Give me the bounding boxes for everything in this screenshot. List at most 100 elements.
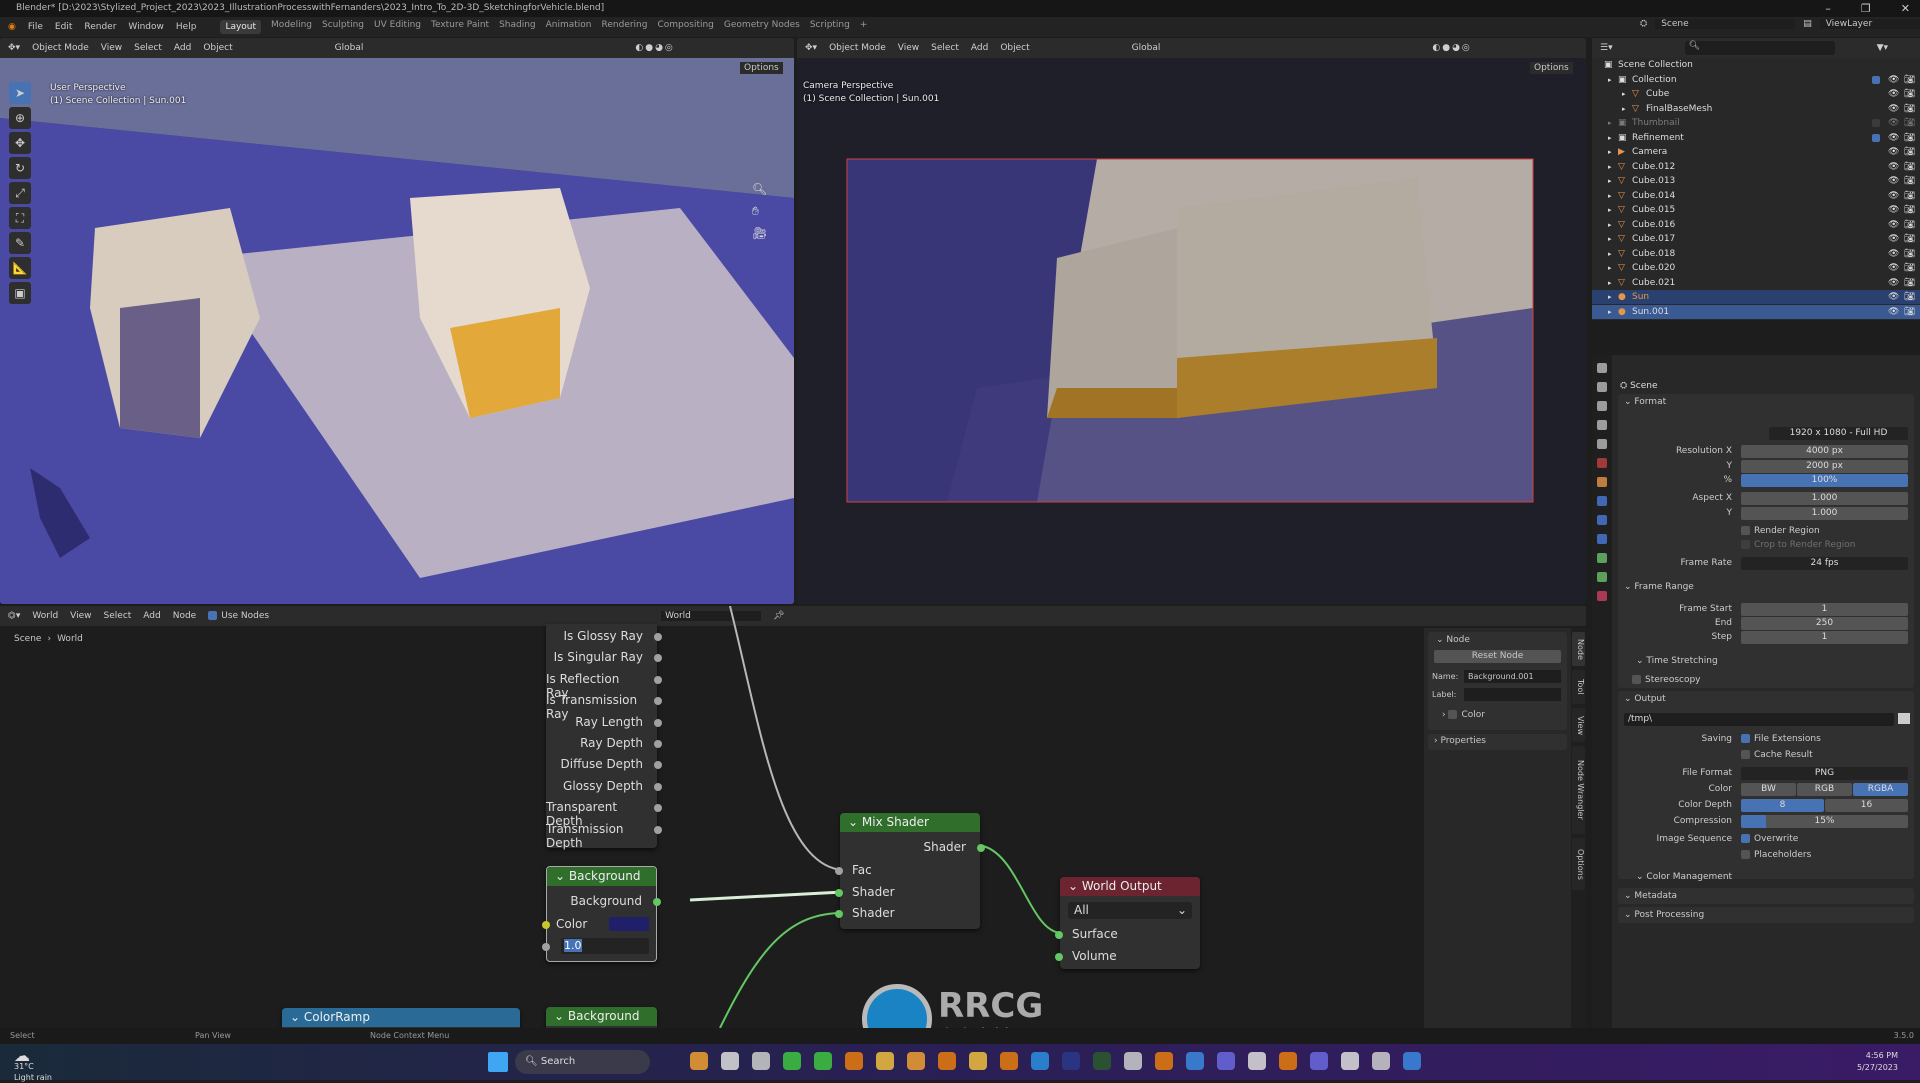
taskbar-app-icon[interactable]: [1372, 1052, 1390, 1070]
workspace-tab[interactable]: UV Editing: [374, 20, 421, 34]
options-button[interactable]: Options: [1530, 62, 1573, 74]
move-tool-icon[interactable]: ✥: [9, 132, 31, 154]
visibility-eye-icon[interactable]: 👁︎: [1888, 276, 1899, 290]
start-button[interactable]: [488, 1052, 508, 1072]
outliner-row[interactable]: ▸ ▽ Cube.016 👁︎ 📷︎: [1592, 218, 1920, 232]
camera-view-icon[interactable]: 🎥︎: [752, 222, 767, 244]
file-format-dropdown[interactable]: PNG: [1741, 767, 1908, 780]
scale-tool-icon[interactable]: ⤢: [9, 182, 31, 204]
render-camera-icon[interactable]: 📷︎: [1904, 276, 1915, 290]
metadata-panel-header[interactable]: ⌄ Metadata: [1624, 889, 1677, 903]
menu-help[interactable]: Help: [176, 22, 197, 32]
light-path-output-socket[interactable]: [654, 825, 662, 834]
exclude-checkbox[interactable]: [1872, 119, 1880, 127]
visibility-eye-icon[interactable]: 👁︎: [1888, 261, 1899, 275]
particles-tab-icon[interactable]: [1597, 515, 1607, 525]
sidebar-tab-tool[interactable]: Tool: [1572, 670, 1585, 704]
light-path-node[interactable]: Is Glossy Ray Is Singular Ray Is Reflectio…: [546, 624, 662, 850]
compression-slider[interactable]: 15%: [1741, 815, 1908, 828]
workspace-tab[interactable]: +: [860, 20, 868, 34]
menu-object[interactable]: Object: [203, 43, 232, 53]
expand-arrow-icon[interactable]: ▸: [1608, 73, 1612, 87]
render-camera-icon[interactable]: 📷︎: [1904, 102, 1915, 116]
color-swatch[interactable]: [609, 917, 649, 931]
workspace-tab[interactable]: Shading: [499, 20, 536, 34]
menu-edit[interactable]: Edit: [55, 22, 72, 32]
visibility-eye-icon[interactable]: 👁︎: [1888, 247, 1899, 261]
workspace-tab[interactable]: Modeling: [271, 20, 312, 34]
exclude-checkbox[interactable]: [1872, 75, 1880, 84]
light-path-output-socket[interactable]: [654, 633, 662, 641]
editor-type-icon[interactable]: ✥▾: [805, 43, 817, 53]
render-camera-icon[interactable]: 📷︎: [1904, 174, 1915, 188]
output-path-field[interactable]: /tmp\: [1624, 713, 1894, 726]
transform-tool-icon[interactable]: ⛶: [9, 207, 31, 229]
taskbar-app-icon[interactable]: [969, 1052, 987, 1070]
expand-arrow-icon[interactable]: ▸: [1608, 116, 1612, 130]
view-layer-tab-icon[interactable]: [1597, 420, 1607, 430]
world-tab-icon[interactable]: [1597, 458, 1607, 468]
output-socket[interactable]: [977, 844, 985, 852]
visibility-eye-icon[interactable]: 👁︎: [1888, 305, 1899, 319]
outliner-row[interactable]: ▸ ▽ Cube.020 👁︎ 📷︎: [1592, 261, 1920, 275]
sidebar-tab-view[interactable]: View: [1572, 708, 1585, 742]
menu-render[interactable]: Render: [84, 22, 116, 32]
maximize-button[interactable]: ❐: [1861, 0, 1871, 17]
menu-add[interactable]: Add: [174, 43, 191, 53]
menu-window[interactable]: Window: [128, 22, 164, 32]
physics-tab-icon[interactable]: [1597, 534, 1607, 544]
render-camera-icon[interactable]: 📷︎: [1904, 218, 1915, 232]
shading-buttons[interactable]: ◐●◕◎: [635, 43, 674, 53]
expand-arrow-icon[interactable]: ▸: [1622, 102, 1626, 116]
output-socket[interactable]: [653, 898, 661, 906]
frame-range-panel-header[interactable]: ⌄ Frame Range: [1624, 580, 1694, 594]
taskbar-app-icon[interactable]: [876, 1052, 894, 1070]
visibility-eye-icon[interactable]: 👁︎: [1888, 145, 1899, 159]
outliner-row[interactable]: ▸ ▶ Camera 👁︎ 📷︎: [1592, 145, 1920, 159]
outliner-row[interactable]: ▸ ▽ Cube.018 👁︎ 📷︎: [1592, 247, 1920, 261]
outliner-row[interactable]: ▸ ▽ Cube.013 👁︎ 📷︎: [1592, 174, 1920, 188]
pan-hand-icon[interactable]: ✋︎: [752, 200, 767, 222]
target-dropdown[interactable]: All ⌄: [1068, 902, 1192, 919]
expand-arrow-icon[interactable]: ▸: [1622, 87, 1626, 101]
light-path-output-socket[interactable]: [654, 740, 662, 748]
expand-arrow-icon[interactable]: ▸: [1608, 203, 1612, 217]
menu-object[interactable]: Object: [1000, 43, 1029, 53]
transform-orientation[interactable]: Global: [335, 43, 364, 53]
visibility-eye-icon[interactable]: 👁︎: [1888, 73, 1899, 87]
visibility-eye-icon[interactable]: 👁︎: [1888, 203, 1899, 217]
modifier-tab-icon[interactable]: [1597, 496, 1607, 506]
menu-add[interactable]: Add: [971, 43, 988, 53]
sidebar-tab-node-wrangler[interactable]: Node Wrangler: [1572, 746, 1585, 834]
background-node-2[interactable]: ⌄ Background: [546, 1007, 657, 1028]
cache-result-checkbox[interactable]: Cache Result: [1741, 748, 1813, 762]
taskbar-app-icon[interactable]: [783, 1052, 801, 1070]
visibility-eye-icon[interactable]: 👁︎: [1888, 160, 1899, 174]
visibility-eye-icon[interactable]: 👁︎: [1888, 116, 1899, 130]
workspace-tab[interactable]: Animation: [546, 20, 592, 34]
crop-checkbox[interactable]: Crop to Render Region: [1741, 538, 1855, 552]
taskbar-app-icon[interactable]: [1217, 1052, 1235, 1070]
add-cube-tool-icon[interactable]: ▣: [9, 282, 31, 304]
folder-icon[interactable]: [1898, 713, 1910, 724]
placeholders-checkbox[interactable]: Placeholders: [1741, 848, 1811, 862]
render-camera-icon[interactable]: 📷︎: [1904, 305, 1915, 319]
taskbar-app-icon[interactable]: [752, 1052, 770, 1070]
taskbar-app-icon[interactable]: [1093, 1052, 1111, 1070]
menu-select[interactable]: Select: [134, 43, 162, 53]
render-camera-icon[interactable]: 📷︎: [1904, 73, 1915, 87]
reset-node-button[interactable]: Reset Node: [1434, 650, 1561, 663]
taskbar-app-icon[interactable]: [721, 1052, 739, 1070]
color-option-rgba[interactable]: RGBA: [1853, 783, 1908, 796]
outliner-row[interactable]: ▸ ● Sun.001 👁︎ 📷︎: [1592, 304, 1920, 319]
render-camera-icon[interactable]: 📷︎: [1904, 87, 1915, 101]
blender-logo-icon[interactable]: ◉: [8, 22, 16, 32]
constraints-tab-icon[interactable]: [1597, 553, 1607, 563]
outliner-row[interactable]: ▸ ● Sun 👁︎ 📷︎: [1592, 290, 1920, 304]
weather-widget[interactable]: ☁ 31°C Light rain: [14, 1048, 52, 1083]
shading-buttons[interactable]: ◐●◕◎: [1432, 43, 1471, 53]
render-camera-icon[interactable]: 📷︎: [1904, 145, 1915, 159]
shader1-socket[interactable]: [835, 889, 843, 897]
outliner-row[interactable]: ▸ ▽ Cube.017 👁︎ 📷︎: [1592, 232, 1920, 246]
render-camera-icon[interactable]: 📷︎: [1904, 160, 1915, 174]
